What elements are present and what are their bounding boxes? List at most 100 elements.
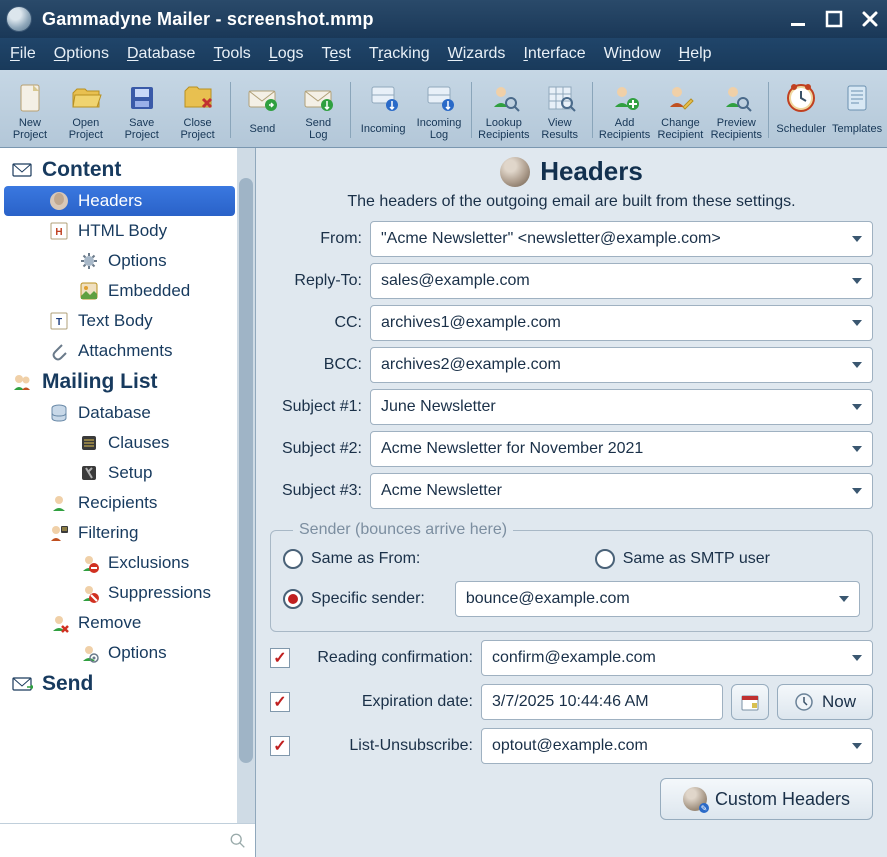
replyto-field[interactable]: sales@example.com [370,263,873,299]
cc-label: CC: [270,314,362,332]
sidebar-item-filtering[interactable]: Filtering [4,518,235,548]
sidebar-item-text-body[interactable]: TText Body [4,306,235,336]
unsubscribe-label: List-Unsubscribe: [298,737,473,755]
sidebar-section-label: Send [42,672,93,696]
now-button[interactable]: Now [777,684,873,720]
toolbar-inbox-log-button[interactable]: Incoming Log [411,79,467,141]
user-edit-icon [663,81,697,115]
sidebar-item-label: Setup [108,463,152,483]
attach-icon [48,340,70,362]
toolbar-inbox-button[interactable]: Incoming [355,79,411,141]
sender-group: Sender (bounces arrive here) Same as Fro… [270,521,873,632]
bcc-label: BCC: [270,356,362,374]
toolbar-user-edit-button[interactable]: Change Recipient [653,79,709,141]
toolbar-template-button[interactable]: Templates [829,79,885,141]
toolbar-folder-open-button[interactable]: Open Project [58,79,114,141]
toolbar-user-search-button[interactable]: Lookup Recipients [476,79,532,141]
toolbar-clock-button[interactable]: Scheduler [773,79,829,141]
subject1-field[interactable]: June Newsletter [370,389,873,425]
user-add-icon [608,81,642,115]
envelope-send-icon [245,81,279,115]
chevron-down-icon [852,404,862,410]
sidebar-item-exclusions[interactable]: Exclusions [4,548,235,578]
sender-same-from-radio[interactable]: Same as From: [283,549,420,569]
user-x-icon [78,552,100,574]
toolbar-envelope-send-button[interactable]: Send [234,79,290,141]
user-s-icon [78,582,100,604]
sidebar-item-html-body[interactable]: HHTML Body [4,216,235,246]
toolbar-grid-button[interactable]: View Results [532,79,588,141]
text-icon: T [48,310,70,332]
menu-tools[interactable]: Tools [213,45,250,63]
unsubscribe-field[interactable]: optout@example.com [481,728,873,764]
sidebar-item-headers[interactable]: Headers [4,186,235,216]
window-title: Gammadyne Mailer - screenshot.mmp [42,9,787,30]
reading-confirmation-checkbox[interactable] [270,648,290,668]
sender-same-smtp-radio[interactable]: Same as SMTP user [595,549,770,569]
sidebar-item-options[interactable]: Options [4,246,235,276]
custom-headers-button[interactable]: ✎ Custom Headers [660,778,873,820]
window-controls [787,8,881,30]
chevron-down-icon [852,743,862,749]
close-button[interactable] [859,8,881,30]
sidebar-section-label: Mailing List [42,370,158,394]
sidebar-section-label: Content [42,158,121,182]
toolbar-envelope-log-button[interactable]: Send Log [290,79,346,141]
menu-options[interactable]: Options [54,45,109,63]
sidebar-item-recipients[interactable]: Recipients [4,488,235,518]
sender-specific-field[interactable]: bounce@example.com [455,581,860,617]
cc-field[interactable]: archives1@example.com [370,305,873,341]
bcc-field[interactable]: archives2@example.com [370,347,873,383]
chevron-down-icon [852,655,862,661]
subject2-field[interactable]: Acme Newsletter for November 2021 [370,431,873,467]
menu-window[interactable]: Window [604,45,661,63]
sidebar-section-content[interactable]: Content [4,154,235,186]
menu-database[interactable]: Database [127,45,196,63]
toolbar-user-preview-button[interactable]: Preview Recipients [708,79,764,141]
search-input[interactable] [8,832,225,849]
toolbar-separator [230,82,231,138]
subject3-field[interactable]: Acme Newsletter [370,473,873,509]
sidebar-item-database[interactable]: Database [4,398,235,428]
calendar-button[interactable] [731,684,769,720]
sidebar-item-setup[interactable]: Setup [4,458,235,488]
chevron-down-icon [852,236,862,242]
unsubscribe-checkbox[interactable] [270,736,290,756]
sender-specific-radio[interactable]: Specific sender: [283,589,425,609]
envelope-out-icon [8,670,36,698]
sidebar-section-mailing-list[interactable]: Mailing List [4,366,235,398]
sidebar-item-clauses[interactable]: Clauses [4,428,235,458]
menu-logs[interactable]: Logs [269,45,304,63]
sidebar-item-label: Attachments [78,341,173,361]
menu-file[interactable]: File [10,45,36,63]
toolbar-user-add-button[interactable]: Add Recipients [597,79,653,141]
scrollbar-thumb[interactable] [239,178,253,763]
menu-help[interactable]: Help [679,45,712,63]
user-search-icon [487,81,521,115]
menu-interface[interactable]: Interface [523,45,585,63]
content-header: Headers [270,156,873,187]
sidebar-item-suppressions[interactable]: Suppressions [4,578,235,608]
menu-tracking[interactable]: Tracking [369,45,430,63]
sender-legend: Sender (bounces arrive here) [293,521,513,539]
toolbar-floppy-button[interactable]: Save Project [114,79,170,141]
reading-confirmation-field[interactable]: confirm@example.com [481,640,873,676]
from-field[interactable]: "Acme Newsletter" <newsletter@example.co… [370,221,873,257]
sidebar-item-attachments[interactable]: Attachments [4,336,235,366]
envelope-icon [8,156,36,184]
sidebar-item-options[interactable]: Options [4,638,235,668]
expiration-checkbox[interactable] [270,692,290,712]
menubar: File Options Database Tools Logs Test Tr… [0,38,887,70]
menu-test[interactable]: Test [322,45,351,63]
minimize-button[interactable] [787,8,809,30]
scrollbar[interactable] [237,148,255,823]
chevron-down-icon [839,596,849,602]
maximize-button[interactable] [823,8,845,30]
toolbar-file-button[interactable]: New Project [2,79,58,141]
toolbar-folder-close-button[interactable]: Close Project [170,79,226,141]
menu-wizards[interactable]: Wizards [448,45,506,63]
sidebar-item-remove[interactable]: Remove [4,608,235,638]
sidebar-item-embedded[interactable]: Embedded [4,276,235,306]
sidebar-section-send[interactable]: Send [4,668,235,700]
expiration-field[interactable]: 3/7/2025 10:44:46 AM [481,684,723,720]
